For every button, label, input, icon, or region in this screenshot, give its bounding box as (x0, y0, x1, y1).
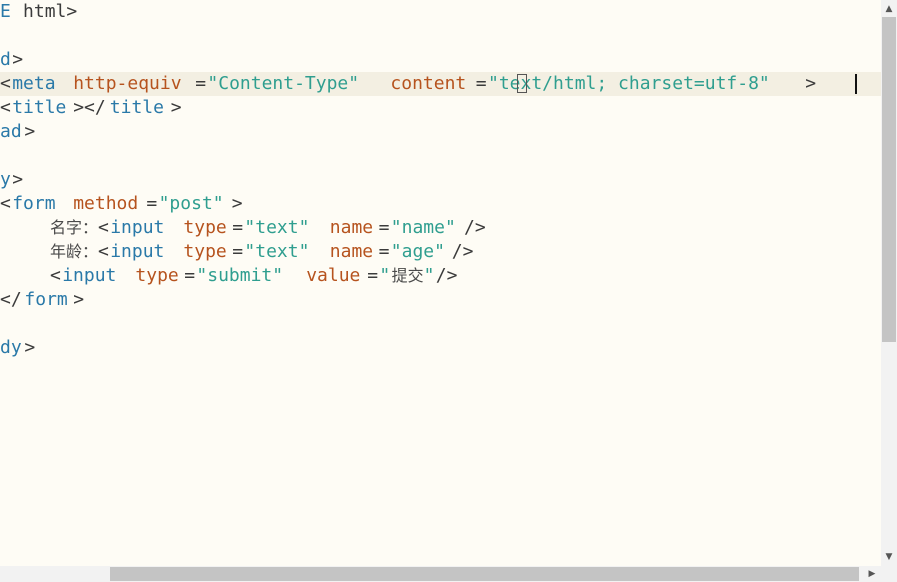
code-token: > (12, 49, 24, 70)
code-token: > (805, 73, 817, 94)
code-token: = (475, 73, 487, 94)
code-token: name (329, 217, 374, 238)
code-token: 提交 (391, 266, 424, 285)
code-token: > (24, 337, 36, 358)
code-token: input (62, 265, 117, 286)
code-token: title (109, 97, 164, 118)
code-token: > (170, 97, 182, 118)
code-line: < title ></title > (0, 96, 881, 120)
code-token: > (24, 121, 36, 142)
code-token: type (135, 265, 179, 286)
scrollbar-corner (881, 566, 897, 582)
code-token: "submit" (196, 265, 284, 286)
code-token: "text/html; charset=utf-8" (488, 73, 770, 94)
code-token: < (0, 73, 11, 94)
code-line: < form method = "post" > (0, 192, 881, 216)
code-token: /> (464, 217, 486, 238)
code-token: < (0, 97, 11, 118)
code-token: /> (451, 241, 474, 262)
code-token: < (0, 193, 11, 214)
code-token: input (110, 241, 165, 262)
code-token: method (73, 193, 139, 214)
code-token: > (73, 289, 85, 310)
code-token: input (110, 217, 165, 238)
code-token: html> (12, 1, 78, 22)
code-token: E (0, 1, 11, 22)
code-token: "text" (244, 217, 310, 238)
code-token: ></ (73, 97, 106, 118)
code-token: 名字： (50, 218, 99, 237)
code-token: < (50, 265, 61, 286)
code-token: "name" (390, 217, 456, 238)
code-token: name (329, 241, 374, 262)
code-token: d (0, 49, 11, 70)
code-token: = (232, 217, 244, 238)
horizontal-scroll-thumb[interactable] (110, 567, 859, 581)
code-token: "text" (244, 241, 310, 262)
code-editor[interactable]: E html> d > < meta http-equiv = "Content-Type"… (0, 0, 881, 566)
text-cursor (855, 74, 857, 94)
code-token: type (183, 217, 227, 238)
scroll-down-arrow-icon[interactable]: ▼ (881, 550, 897, 564)
code-token: 年龄： (50, 242, 99, 261)
code-line: 年龄： < input type = "text" name = "age"/> (0, 240, 881, 264)
code-token: < (98, 241, 109, 262)
code-line: dy > (0, 336, 881, 360)
code-token: "Content-Type" (207, 73, 360, 94)
code-line: y > (0, 168, 881, 192)
code-line: d > (0, 48, 881, 72)
matching-quote-highlight (517, 74, 527, 93)
code-token: = (184, 265, 196, 286)
code-token: title (12, 97, 67, 118)
code-token: = (146, 193, 158, 214)
code-token: form (12, 193, 56, 214)
vertical-scroll-thumb[interactable] (882, 17, 896, 342)
code-token: " (423, 265, 435, 286)
code-line: < input type = "submit" value = " 提交 "/> (0, 264, 881, 288)
code-token: < (98, 217, 109, 238)
code-line: < meta http-equiv = "Content-Type" content =… (0, 72, 881, 96)
code-line: E html> (0, 0, 881, 24)
code-token: /> (435, 265, 458, 286)
horizontal-scrollbar[interactable]: ▶ (0, 566, 881, 582)
code-token: type (183, 241, 227, 262)
code-token: ad (0, 121, 22, 142)
code-token: http-equiv (73, 73, 182, 94)
code-token: "age" (390, 241, 445, 262)
code-token: > (12, 169, 24, 190)
code-line: </form > (0, 288, 881, 312)
code-token: dy (0, 337, 22, 358)
code-token: content (390, 73, 467, 94)
code-token: value (306, 265, 361, 286)
code-token: > (231, 193, 243, 214)
code-token: = (378, 217, 390, 238)
code-token: = (195, 73, 207, 94)
code-token: = (367, 265, 379, 286)
code-token: " (379, 265, 391, 286)
code-line: ad > (0, 120, 881, 144)
code-token: = (378, 241, 390, 262)
vertical-scrollbar[interactable]: ▲ ▼ (881, 0, 897, 566)
code-token: form (24, 289, 68, 310)
code-token: meta (12, 73, 56, 94)
scroll-up-arrow-icon[interactable]: ▲ (881, 2, 897, 16)
code-token: </ (0, 289, 22, 310)
code-token: "post" (158, 193, 224, 214)
code-token: y (0, 169, 11, 190)
code-line: 名字： < input type = "text" name = "name"/> (0, 216, 881, 240)
code-token: = (232, 241, 244, 262)
scroll-right-arrow-icon[interactable]: ▶ (865, 566, 879, 582)
